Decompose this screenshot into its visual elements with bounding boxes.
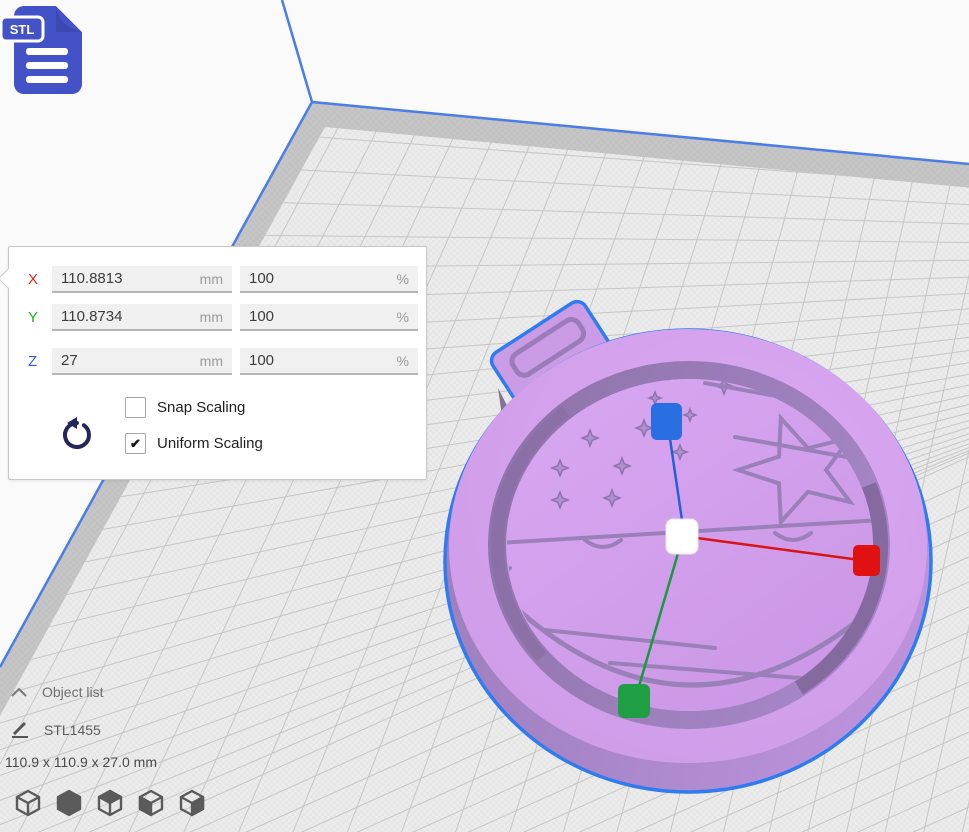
view-front-button[interactable] (54, 788, 84, 818)
view-3d-button[interactable] (13, 788, 43, 818)
edit-pencil-icon (10, 720, 30, 740)
view-presets-bar (13, 788, 207, 818)
x-percent-input[interactable] (249, 270, 393, 287)
x-size-field: mm (52, 266, 232, 293)
x-size-input[interactable] (61, 270, 196, 287)
axis-x-label: X (28, 271, 52, 288)
uniform-scaling-row: ✔ Uniform Scaling (125, 433, 263, 454)
x-percent-unit: % (397, 271, 409, 287)
chevron-up-icon (10, 686, 28, 698)
scale-tool-panel: X mm % Y mm % Z mm % (8, 246, 427, 480)
object-dimensions: 110.9 x 110.9 x 27.0 mm (5, 754, 157, 770)
y-size-unit: mm (200, 309, 223, 325)
scale-handle-center[interactable] (666, 519, 698, 554)
scale-handle-z[interactable] (651, 403, 682, 440)
z-size-field: mm (52, 348, 232, 375)
object-list-header[interactable]: Object list (10, 684, 103, 700)
axis-z-label: Z (28, 353, 52, 370)
axis-y-label: Y (28, 309, 52, 326)
scale-handle-x[interactable] (853, 545, 880, 576)
snap-scaling-checkbox[interactable] (125, 397, 146, 418)
z-size-input[interactable] (61, 352, 196, 369)
reset-scale-button[interactable] (59, 414, 95, 452)
stl-file-icon: STL (0, 2, 94, 98)
uniform-scaling-label: Uniform Scaling (157, 435, 263, 452)
view-top-button[interactable] (95, 788, 125, 818)
view-right-button[interactable] (177, 788, 207, 818)
object-list-title: Object list (42, 684, 103, 700)
z-percent-unit: % (397, 353, 409, 369)
stl-badge-label: STL (10, 22, 35, 37)
y-size-input[interactable] (61, 308, 196, 325)
uniform-scaling-checkbox[interactable]: ✔ (125, 433, 146, 454)
scale-row-x: X mm % (28, 266, 418, 293)
object-list-item[interactable]: STL1455 (10, 720, 101, 740)
y-percent-input[interactable] (249, 308, 393, 325)
reset-icon (59, 414, 95, 452)
view-left-button[interactable] (136, 788, 166, 818)
snap-scaling-label: Snap Scaling (157, 399, 245, 416)
y-percent-field: % (240, 304, 418, 331)
y-size-field: mm (52, 304, 232, 331)
z-size-unit: mm (200, 353, 223, 369)
x-size-unit: mm (200, 271, 223, 287)
y-percent-unit: % (397, 309, 409, 325)
scale-handle-y[interactable] (618, 684, 650, 718)
object-name: STL1455 (44, 722, 101, 738)
snap-scaling-row: Snap Scaling (125, 397, 245, 418)
scale-row-y: Y mm % (28, 304, 418, 331)
x-percent-field: % (240, 266, 418, 293)
z-percent-input[interactable] (249, 352, 393, 369)
z-percent-field: % (240, 348, 418, 375)
scale-row-z: Z mm % (28, 348, 418, 375)
